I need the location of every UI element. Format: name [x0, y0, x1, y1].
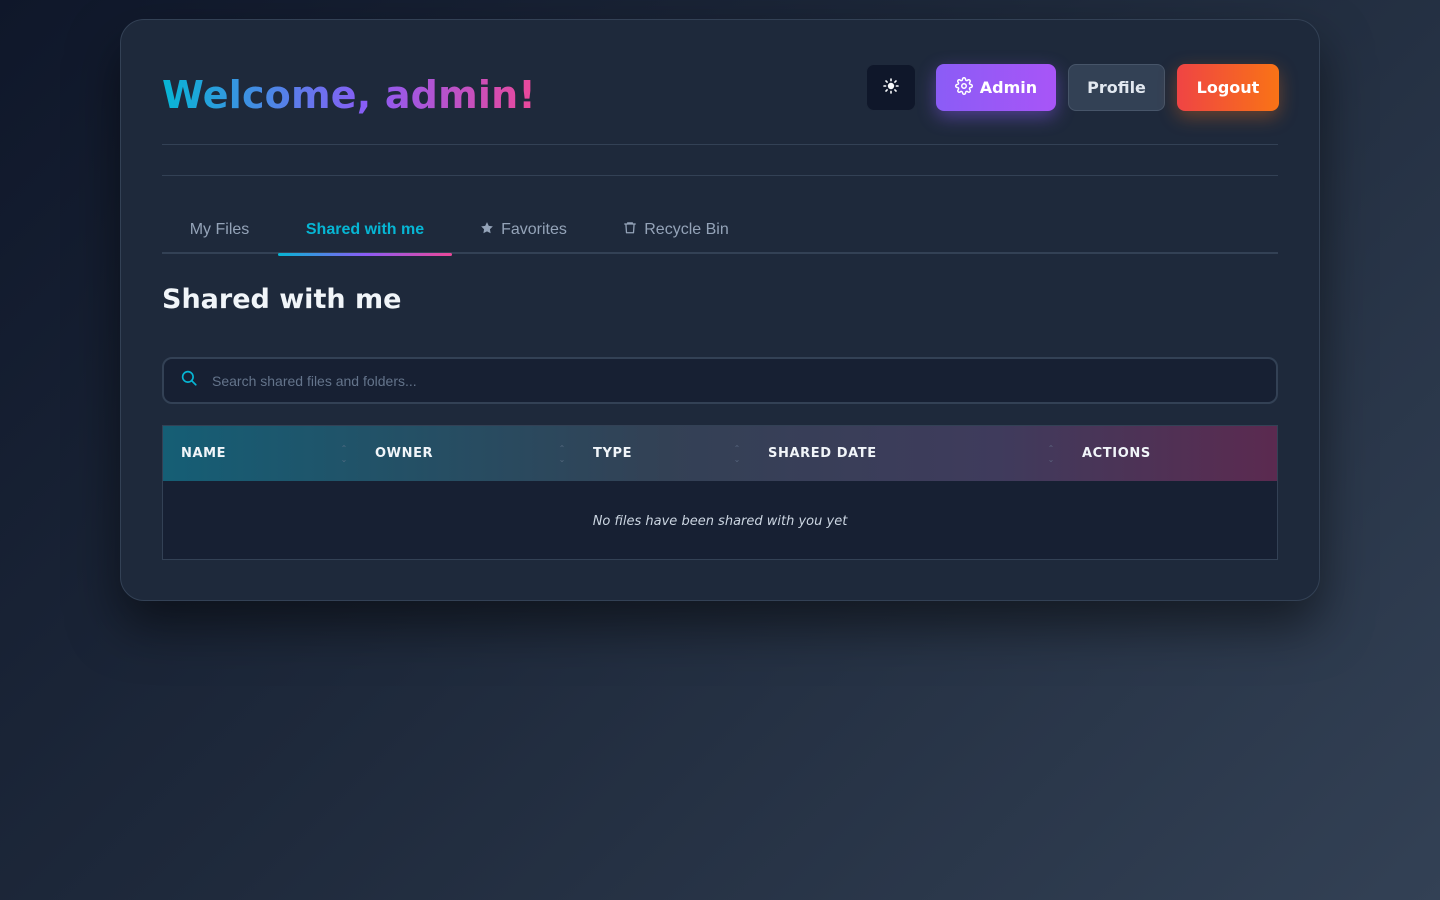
column-header-owner[interactable]: OWNER — [375, 426, 433, 481]
logout-button[interactable]: Logout — [1177, 64, 1279, 111]
tab-label: My Files — [189, 221, 250, 238]
search-input[interactable] — [212, 372, 1276, 389]
search-box — [162, 357, 1278, 404]
tab-favorites[interactable]: Favorites — [467, 206, 580, 254]
column-header-type[interactable]: TYPE — [593, 426, 632, 481]
theme-toggle-button[interactable] — [866, 64, 916, 111]
tab-bar: My Files Shared with me Favorites Recycl… — [162, 206, 1278, 256]
page-title: Shared with me — [162, 284, 402, 315]
gear-icon — [954, 76, 980, 99]
section-divider — [162, 175, 1278, 176]
column-header-name[interactable]: NAME — [181, 426, 226, 481]
admin-button[interactable]: Admin — [936, 64, 1056, 111]
sun-icon — [883, 77, 899, 98]
sort-icon[interactable]: ⌃ ⌄ — [1047, 443, 1055, 465]
tab-recycle-bin[interactable]: Recycle Bin — [611, 206, 741, 254]
sort-icon[interactable]: ⌃ ⌄ — [733, 443, 741, 465]
empty-state-message: No files have been shared with you yet — [592, 513, 848, 529]
admin-button-label: Admin — [979, 78, 1038, 97]
header-divider — [162, 144, 1278, 145]
column-header-actions: ACTIONS — [1082, 446, 1151, 461]
tab-shared-with-me[interactable]: Shared with me — [278, 206, 452, 256]
header: Welcome, admin! Admin Profile Logout — [162, 64, 1279, 144]
main-card: Welcome, admin! Admin Profile Logout My … — [120, 19, 1320, 601]
tab-label: Recycle Bin — [644, 221, 729, 238]
tab-label: Favorites — [501, 221, 567, 238]
trash-icon — [623, 220, 644, 240]
star-icon — [480, 221, 501, 240]
search-icon — [164, 369, 212, 392]
table-header: NAME ⌃ ⌄ OWNER ⌃ ⌄ TYPE ⌃ ⌄ SHARED DATE ⌃ ⌄ … — [163, 426, 1277, 481]
sort-icon[interactable]: ⌃ ⌄ — [340, 443, 348, 465]
sort-icon[interactable]: ⌃ ⌄ — [558, 443, 566, 465]
shared-files-table: NAME ⌃ ⌄ OWNER ⌃ ⌄ TYPE ⌃ ⌄ SHARED DATE ⌃ ⌄ … — [162, 425, 1278, 560]
profile-button[interactable]: Profile — [1068, 64, 1165, 111]
column-header-shared-date[interactable]: SHARED DATE — [768, 426, 877, 481]
tab-label: Shared with me — [305, 221, 425, 238]
tab-my-files[interactable]: My Files — [162, 206, 277, 254]
welcome-title: Welcome, admin! — [162, 70, 536, 120]
